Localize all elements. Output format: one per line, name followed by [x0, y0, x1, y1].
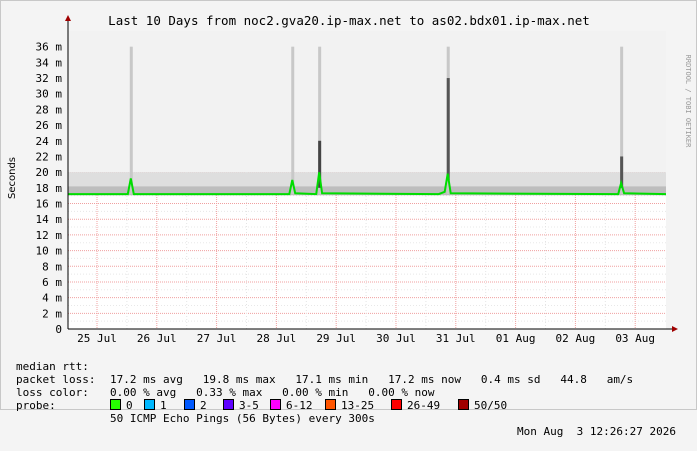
loss-color-swatch — [110, 399, 121, 410]
loss-color-swatch — [184, 399, 195, 410]
loss-color-item: 6-12 — [270, 399, 313, 412]
packet-loss-row: packet loss: 0.00 % avg 0.33 % max 0.00 … — [16, 360, 686, 399]
loss-color-label-text: 3-5 — [239, 399, 259, 412]
x-tick-label: 26 Jul — [137, 332, 177, 345]
y-tick-label: 30 m — [36, 88, 63, 101]
y-tick-label: 6 m — [42, 276, 62, 289]
loss-color-label-text: 50/50 — [474, 399, 508, 412]
x-axis-arrow — [672, 326, 678, 332]
loss-color-item: 26-49 — [391, 399, 440, 412]
y-tick-label: 22 m — [36, 150, 63, 163]
x-tick-label: 31 Jul — [436, 332, 476, 345]
loss-color-item: 13-25 — [325, 399, 374, 412]
probe-value: 50 ICMP Echo Pings (56 Bytes) every 300s — [110, 412, 375, 425]
y-tick-label: 10 m — [36, 245, 63, 258]
x-tick-label: 28 Jul — [257, 332, 297, 345]
loss-color-item: 50/50 — [458, 399, 507, 412]
smoke-top — [68, 31, 666, 173]
x-tick-label: 02 Aug — [556, 332, 596, 345]
y-tick-label: 14 m — [36, 213, 63, 226]
x-tick-label: 27 Jul — [197, 332, 237, 345]
smokeping-graph: Last 10 Days from noc2.gva20.ip-max.net … — [0, 0, 697, 438]
legend: median rtt: 17.2 ms avg 19.8 ms max 17.1… — [16, 347, 686, 438]
y-tick-label: 28 m — [36, 103, 63, 116]
y-tick-label: 32 m — [36, 72, 63, 85]
y-tick-label: 2 m — [42, 307, 62, 320]
y-tick-label: 4 m — [42, 292, 62, 305]
loss-color-label-text: 1 — [160, 399, 167, 412]
y-tick-label: 36 m — [36, 41, 63, 54]
x-tick-label: 29 Jul — [316, 332, 356, 345]
y-tick-label: 12 m — [36, 229, 63, 242]
y-tick-label: 0 — [55, 323, 62, 336]
y-tick-label: 18 m — [36, 182, 63, 195]
y-axis-arrow — [65, 15, 71, 21]
chart-svg: Last 10 Days from noc2.gva20.ip-max.net … — [7, 13, 692, 345]
x-tick-label: 30 Jul — [376, 332, 416, 345]
loss-color-label-text: 6-12 — [286, 399, 313, 412]
y-tick-label: 24 m — [36, 135, 63, 148]
loss-color-swatch — [270, 399, 281, 410]
loss-color-label-text: 13-25 — [341, 399, 375, 412]
median-rtt-row: median rtt: 17.2 ms avg 19.8 ms max 17.1… — [16, 347, 686, 386]
y-tick-label: 34 m — [36, 56, 63, 69]
loss-color-label-text: 2 — [200, 399, 207, 412]
loss-color-item: 1 — [144, 399, 167, 412]
y-tick-label: 26 m — [36, 119, 63, 132]
x-tick-label: 01 Aug — [496, 332, 536, 345]
loss-color-label-text: 26-49 — [407, 399, 441, 412]
loss-color-swatch — [223, 399, 234, 410]
probe-label: probe: — [16, 399, 56, 412]
y-tick-label: 20 m — [36, 166, 63, 179]
x-tick-label: 25 Jul — [77, 332, 117, 345]
smoke-spike-dark — [446, 78, 450, 180]
graph-date: Mon Aug 3 12:26:27 2026 — [517, 425, 676, 438]
loss-color-item: 0 — [110, 399, 133, 412]
chart-title: Last 10 Days from noc2.gva20.ip-max.net … — [108, 13, 590, 28]
smoke-spike — [129, 46, 133, 195]
smoke-band — [68, 31, 666, 196]
loss-color-label-text: 0 — [126, 399, 133, 412]
y-axis-label: Seconds — [7, 157, 18, 199]
rrdtool-credit: RRDTOOL / TOBI OETIKER — [684, 55, 692, 149]
smoke-spike — [291, 46, 295, 195]
x-tick-label: 03 Aug — [615, 332, 655, 345]
loss-color-swatch — [144, 399, 155, 410]
smoke-mid — [68, 172, 666, 187]
probe-row: probe: 50 ICMP Echo Pings (56 Bytes) eve… — [16, 386, 686, 438]
loss-color-swatch — [458, 399, 469, 410]
loss-color-swatch — [325, 399, 336, 410]
loss-color-swatch — [391, 399, 402, 410]
y-tick-label: 8 m — [42, 260, 62, 273]
loss-color-item: 3-5 — [223, 399, 259, 412]
y-tick-label: 16 m — [36, 198, 63, 211]
loss-color-item: 2 — [184, 399, 207, 412]
loss-color-row: loss color: 0 1 2 3-5 6-12 13-25 26-49 50/50 — [16, 373, 686, 412]
